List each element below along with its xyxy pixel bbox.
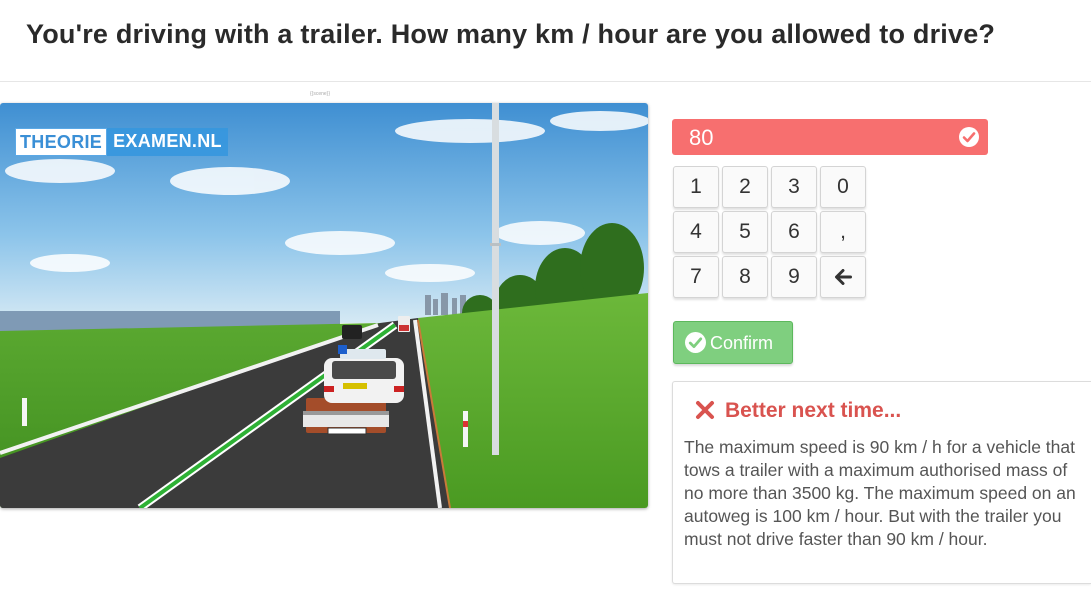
answer-input[interactable]: 80	[672, 119, 988, 155]
key-7[interactable]: 7	[673, 256, 719, 298]
feedback-explanation: The maximum speed is 90 km / h for a veh…	[684, 437, 1076, 549]
key-backspace[interactable]	[820, 256, 866, 298]
arrow-left-icon	[835, 269, 852, 285]
feedback-panel: Better next time... The maximum speed is…	[672, 381, 1091, 584]
theorieexamen-logo: THEORIE EXAMEN.NL	[15, 128, 228, 156]
image-caption: {{scene}}	[310, 91, 331, 97]
key-8[interactable]: 8	[722, 256, 768, 298]
key-0[interactable]: 0	[820, 166, 866, 208]
logo-part-examen: EXAMEN.NL	[107, 128, 228, 156]
key-9[interactable]: 9	[771, 256, 817, 298]
close-icon	[696, 401, 714, 419]
confirm-label: Confirm	[710, 333, 774, 353]
check-circle-icon	[685, 332, 706, 353]
answer-value: 80	[689, 125, 714, 150]
feedback-title: Better next time...	[725, 399, 902, 422]
key-5[interactable]: 5	[722, 211, 768, 253]
question-page: You're driving with a trailer. How many …	[0, 0, 1091, 592]
key-1[interactable]: 1	[673, 166, 719, 208]
key-comma[interactable]: ,	[820, 211, 866, 253]
check-circle-icon	[959, 127, 979, 147]
question-image	[0, 103, 648, 508]
key-2[interactable]: 2	[722, 166, 768, 208]
key-6[interactable]: 6	[771, 211, 817, 253]
logo-part-theorie: THEORIE	[15, 128, 108, 156]
confirm-button[interactable]: Confirm	[673, 321, 793, 364]
key-3[interactable]: 3	[771, 166, 817, 208]
question-title: You're driving with a trailer. How many …	[0, 0, 1091, 82]
key-4[interactable]: 4	[673, 211, 719, 253]
